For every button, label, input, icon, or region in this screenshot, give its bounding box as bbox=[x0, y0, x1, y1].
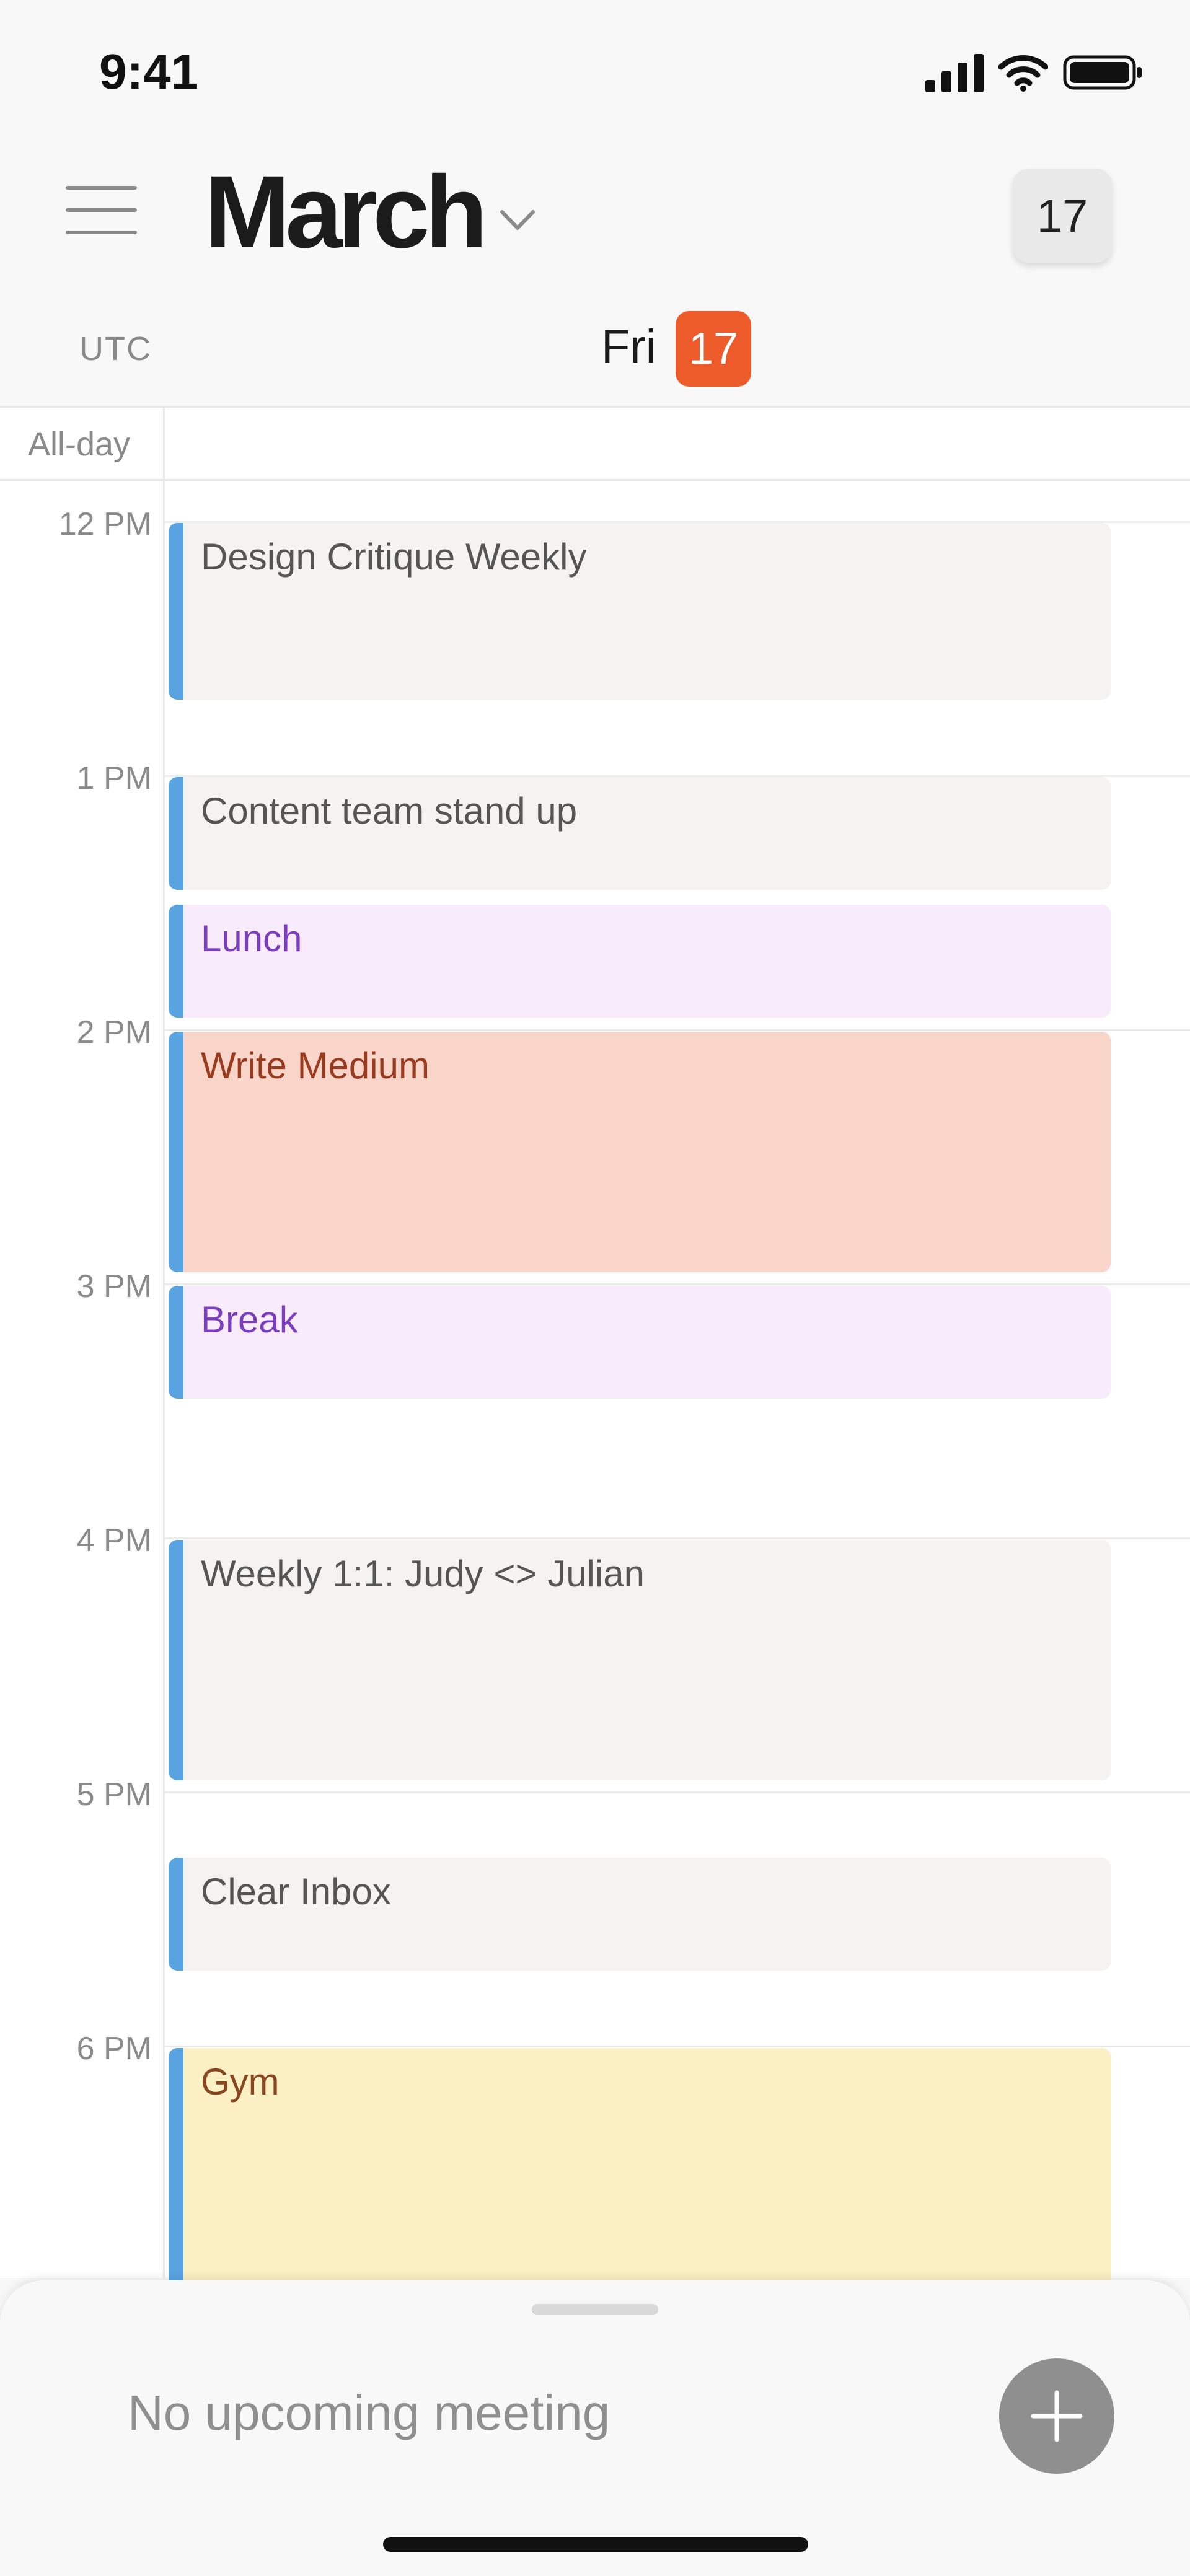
hour-label: 2 PM bbox=[76, 1014, 152, 1050]
wifi-icon bbox=[998, 55, 1048, 92]
calendar-event[interactable]: Weekly 1:1: Judy <> Julian bbox=[169, 1540, 1111, 1780]
battery-icon bbox=[1063, 55, 1142, 90]
chevron-down-icon[interactable] bbox=[496, 204, 539, 235]
status-time: 9:41 bbox=[99, 44, 199, 99]
event-title: Write Medium bbox=[201, 1045, 430, 1086]
hour-label: 12 PM bbox=[58, 506, 152, 542]
timezone-label: UTC bbox=[79, 330, 152, 367]
calendar-event[interactable]: Clear Inbox bbox=[169, 1858, 1111, 1971]
time-column-divider bbox=[163, 481, 165, 2278]
event-title: Lunch bbox=[201, 918, 302, 959]
cellular-signal-icon bbox=[925, 53, 984, 92]
calendar-event[interactable]: Lunch bbox=[169, 905, 1111, 1018]
hour-label: 3 PM bbox=[76, 1268, 152, 1304]
calendar-event[interactable]: Break bbox=[169, 1286, 1111, 1399]
add-event-button[interactable] bbox=[999, 2358, 1114, 2474]
hour-label: 4 PM bbox=[76, 1523, 152, 1558]
hour-line bbox=[165, 2046, 1190, 2047]
day-timeline[interactable]: 12 PM 1 PM 2 PM 3 PM 4 PM 5 PM 6 PM Desi… bbox=[0, 481, 1190, 2308]
calendar-event[interactable]: Gym bbox=[169, 2048, 1111, 2308]
upcoming-meeting-text: No upcoming meeting bbox=[128, 2385, 610, 2440]
plus-icon bbox=[1031, 2390, 1083, 2442]
day-header: UTC Fri 17 bbox=[0, 304, 1190, 408]
hour-line bbox=[165, 1029, 1190, 1031]
event-title: Design Critique Weekly bbox=[201, 536, 587, 578]
hour-label: 6 PM bbox=[76, 2031, 152, 2067]
hour-line bbox=[165, 1537, 1190, 1539]
hour-line bbox=[165, 1791, 1190, 1793]
event-title: Weekly 1:1: Judy <> Julian bbox=[201, 1553, 645, 1594]
status-icons bbox=[925, 53, 1144, 92]
hour-label: 1 PM bbox=[76, 760, 152, 796]
day-number-badge[interactable]: 17 bbox=[676, 311, 751, 387]
day-name[interactable]: Fri bbox=[601, 320, 656, 374]
bottom-sheet[interactable]: No upcoming meeting bbox=[0, 2280, 1190, 2576]
status-bar: 9:41 bbox=[0, 0, 1190, 136]
hour-label: 5 PM bbox=[76, 1777, 152, 1813]
all-day-row[interactable]: All-day bbox=[0, 408, 1190, 481]
today-button[interactable]: 17 bbox=[1013, 169, 1112, 263]
home-indicator bbox=[383, 2537, 808, 2552]
sheet-drag-handle[interactable] bbox=[532, 2304, 658, 2315]
calendar-event[interactable]: Write Medium bbox=[169, 1032, 1111, 1272]
menu-icon[interactable] bbox=[66, 186, 137, 242]
event-title: Clear Inbox bbox=[201, 1871, 391, 1912]
calendar-event[interactable]: Design Critique Weekly bbox=[169, 523, 1111, 700]
calendar-event[interactable]: Content team stand up bbox=[169, 777, 1111, 890]
event-title: Break bbox=[201, 1299, 298, 1340]
event-title: Gym bbox=[201, 2061, 280, 2103]
all-day-label: All-day bbox=[28, 426, 131, 463]
divider bbox=[163, 408, 165, 479]
calendar-header: March 17 bbox=[0, 136, 1190, 304]
month-title[interactable]: March bbox=[205, 161, 488, 264]
event-title: Content team stand up bbox=[201, 790, 578, 832]
hour-line bbox=[165, 1283, 1190, 1285]
